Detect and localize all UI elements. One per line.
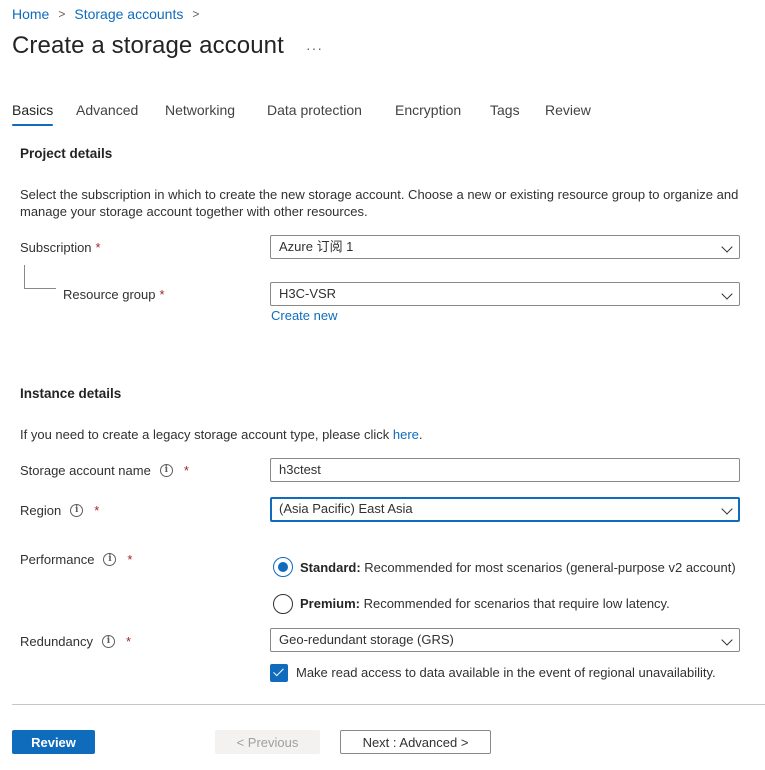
instance-details-heading: Instance details: [20, 386, 122, 401]
info-icon[interactable]: i: [103, 553, 117, 566]
checkmark-icon: [273, 665, 284, 677]
required-asterisk: *: [94, 503, 100, 518]
region-label: Region i *: [20, 503, 99, 518]
tab-advanced[interactable]: Advanced: [76, 100, 138, 130]
subscription-value: Azure 订阅 1: [279, 239, 354, 254]
read-access-label[interactable]: Make read access to data available in th…: [296, 665, 716, 680]
tree-connector: [24, 265, 56, 289]
footer-divider: [12, 704, 765, 705]
performance-label: Performance i *: [20, 552, 132, 567]
redundancy-dropdown[interactable]: Geo-redundant storage (GRS): [270, 628, 740, 652]
premium-title: Premium:: [300, 596, 360, 611]
storage-account-name-label: Storage account name i *: [20, 463, 189, 478]
subscription-label-text: Subscription: [20, 240, 92, 255]
breadcrumb: Home > Storage accounts >: [12, 5, 208, 23]
tab-tags[interactable]: Tags: [490, 100, 520, 130]
redundancy-label-text: Redundancy: [20, 634, 93, 649]
region-dropdown[interactable]: (Asia Pacific) East Asia: [270, 497, 740, 522]
breadcrumb-home-link[interactable]: Home: [12, 6, 49, 22]
chevron-right-icon: >: [58, 7, 66, 21]
required-asterisk: *: [126, 634, 132, 649]
review-button[interactable]: Review: [12, 730, 95, 754]
required-asterisk: *: [183, 463, 189, 478]
create-new-link[interactable]: Create new: [271, 308, 337, 323]
standard-description: Recommended for most scenarios (general-…: [360, 560, 736, 575]
required-asterisk: *: [159, 287, 165, 302]
legacy-account-text-end: .: [418, 427, 423, 442]
legacy-here-link[interactable]: here: [393, 427, 419, 442]
redundancy-value: Geo-redundant storage (GRS): [279, 632, 454, 647]
resource-group-label-text: Resource group: [63, 287, 156, 302]
resource-group-label: Resource group *: [63, 287, 165, 302]
storage-account-name-input[interactable]: h3ctest: [270, 458, 740, 482]
chevron-down-icon: [721, 634, 733, 646]
performance-standard-label[interactable]: Standard: Recommended for most scenarios…: [300, 560, 736, 575]
next-advanced-button[interactable]: Next : Advanced >: [340, 730, 491, 754]
region-value: (Asia Pacific) East Asia: [279, 501, 413, 516]
breadcrumb-storage-accounts-link[interactable]: Storage accounts: [74, 6, 183, 22]
tab-basics[interactable]: Basics: [12, 100, 54, 130]
resource-group-value: H3C-VSR: [279, 286, 337, 301]
legacy-account-text: If you need to create a legacy storage a…: [20, 426, 750, 443]
chevron-down-icon: [721, 503, 733, 515]
chevron-down-icon: [721, 241, 733, 253]
storage-account-name-label-text: Storage account name: [20, 463, 151, 478]
subscription-dropdown[interactable]: Azure 订阅 1: [270, 235, 740, 259]
tab-networking[interactable]: Networking: [165, 100, 235, 130]
required-asterisk: *: [95, 240, 101, 255]
info-icon[interactable]: i: [102, 635, 115, 648]
info-icon[interactable]: i: [70, 504, 84, 517]
region-label-text: Region: [20, 503, 62, 518]
read-access-checkbox[interactable]: [270, 664, 288, 682]
tab-review[interactable]: Review: [545, 100, 591, 130]
required-asterisk: *: [127, 552, 133, 567]
chevron-right-icon: >: [192, 7, 200, 21]
performance-premium-label[interactable]: Premium: Recommended for scenarios that …: [300, 596, 670, 611]
performance-premium-radio[interactable]: [273, 594, 293, 614]
legacy-account-text-prefix: If you need to create a legacy storage a…: [20, 427, 393, 442]
subscription-label: Subscription *: [20, 240, 101, 255]
chevron-down-icon: [721, 288, 733, 300]
resource-group-dropdown[interactable]: H3C-VSR: [270, 282, 740, 306]
info-icon[interactable]: i: [159, 464, 173, 477]
tab-data-protection[interactable]: Data protection: [267, 100, 362, 130]
radio-dot: [278, 562, 288, 572]
previous-button: < Previous: [215, 730, 320, 754]
page-title: Create a storage account: [12, 32, 284, 59]
performance-label-text: Performance: [20, 552, 95, 567]
standard-title: Standard:: [300, 560, 361, 575]
tab-encryption[interactable]: Encryption: [395, 100, 461, 130]
project-details-description: Select the subscription in which to crea…: [20, 187, 739, 219]
performance-standard-radio[interactable]: [273, 557, 293, 577]
premium-description: Recommended for scenarios that require l…: [359, 596, 670, 611]
project-details-heading: Project details: [20, 146, 113, 161]
more-options-icon[interactable]: ···: [306, 40, 323, 56]
redundancy-label: Redundancy i *: [20, 634, 131, 649]
